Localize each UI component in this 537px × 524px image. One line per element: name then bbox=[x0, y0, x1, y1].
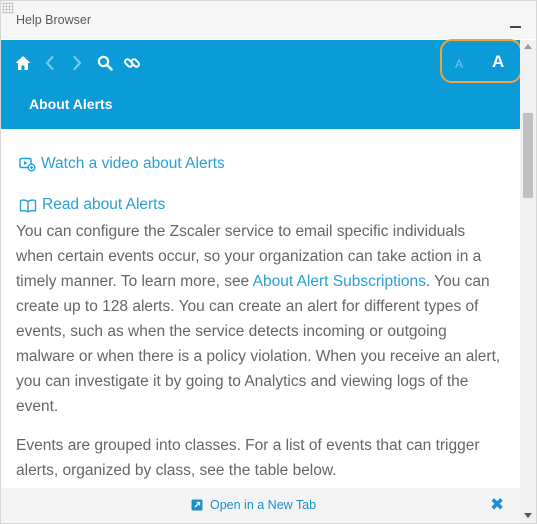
scroll-up-icon[interactable] bbox=[524, 44, 532, 49]
window-title: Help Browser bbox=[16, 13, 92, 27]
font-size-toggle bbox=[440, 39, 522, 83]
read-about-link[interactable]: Read about Alerts bbox=[19, 196, 165, 214]
home-icon[interactable] bbox=[14, 54, 32, 72]
help-header: A A About Alerts bbox=[1, 39, 522, 129]
font-size-large-button[interactable]: A bbox=[492, 52, 504, 72]
minimize-icon[interactable] bbox=[510, 14, 523, 30]
close-icon[interactable]: ✖ bbox=[490, 495, 504, 515]
vertical-scrollbar[interactable] bbox=[520, 40, 536, 523]
forward-icon[interactable] bbox=[68, 54, 86, 72]
external-link-icon bbox=[191, 499, 203, 511]
scroll-down-icon[interactable] bbox=[524, 513, 532, 518]
title-bar[interactable]: Help Browser bbox=[1, 1, 536, 39]
search-icon[interactable] bbox=[96, 54, 114, 72]
intro-paragraph: You can configure the Zscaler service to… bbox=[16, 219, 502, 419]
help-footer: Open in a New Tab ✖ bbox=[1, 488, 520, 523]
read-about-label: Read about Alerts bbox=[42, 196, 166, 213]
alert-subscriptions-link[interactable]: About Alert Subscriptions bbox=[253, 273, 426, 290]
events-paragraph: Events are grouped into classes. For a l… bbox=[16, 437, 480, 479]
font-size-small-button[interactable]: A bbox=[455, 57, 463, 71]
help-browser-window: Help Browser A A About Alerts Watch a vi… bbox=[0, 0, 537, 524]
link-icon[interactable] bbox=[123, 54, 141, 72]
scroll-thumb[interactable] bbox=[523, 113, 533, 198]
intro-text-end: . You can create up to 128 alerts. You c… bbox=[16, 273, 501, 415]
article-title: About Alerts bbox=[29, 96, 113, 112]
watch-video-link[interactable]: Watch a video about Alerts bbox=[19, 155, 225, 173]
resize-grip-icon[interactable] bbox=[2, 2, 14, 14]
video-icon bbox=[19, 157, 36, 171]
open-new-tab-link[interactable]: Open in a New Tab bbox=[191, 498, 316, 512]
back-icon[interactable] bbox=[41, 54, 59, 72]
article-content[interactable]: Watch a video about Alerts Read about Al… bbox=[1, 129, 520, 488]
open-new-tab-label: Open in a New Tab bbox=[210, 498, 317, 512]
book-icon bbox=[19, 198, 37, 213]
watch-video-label: Watch a video about Alerts bbox=[41, 155, 225, 172]
